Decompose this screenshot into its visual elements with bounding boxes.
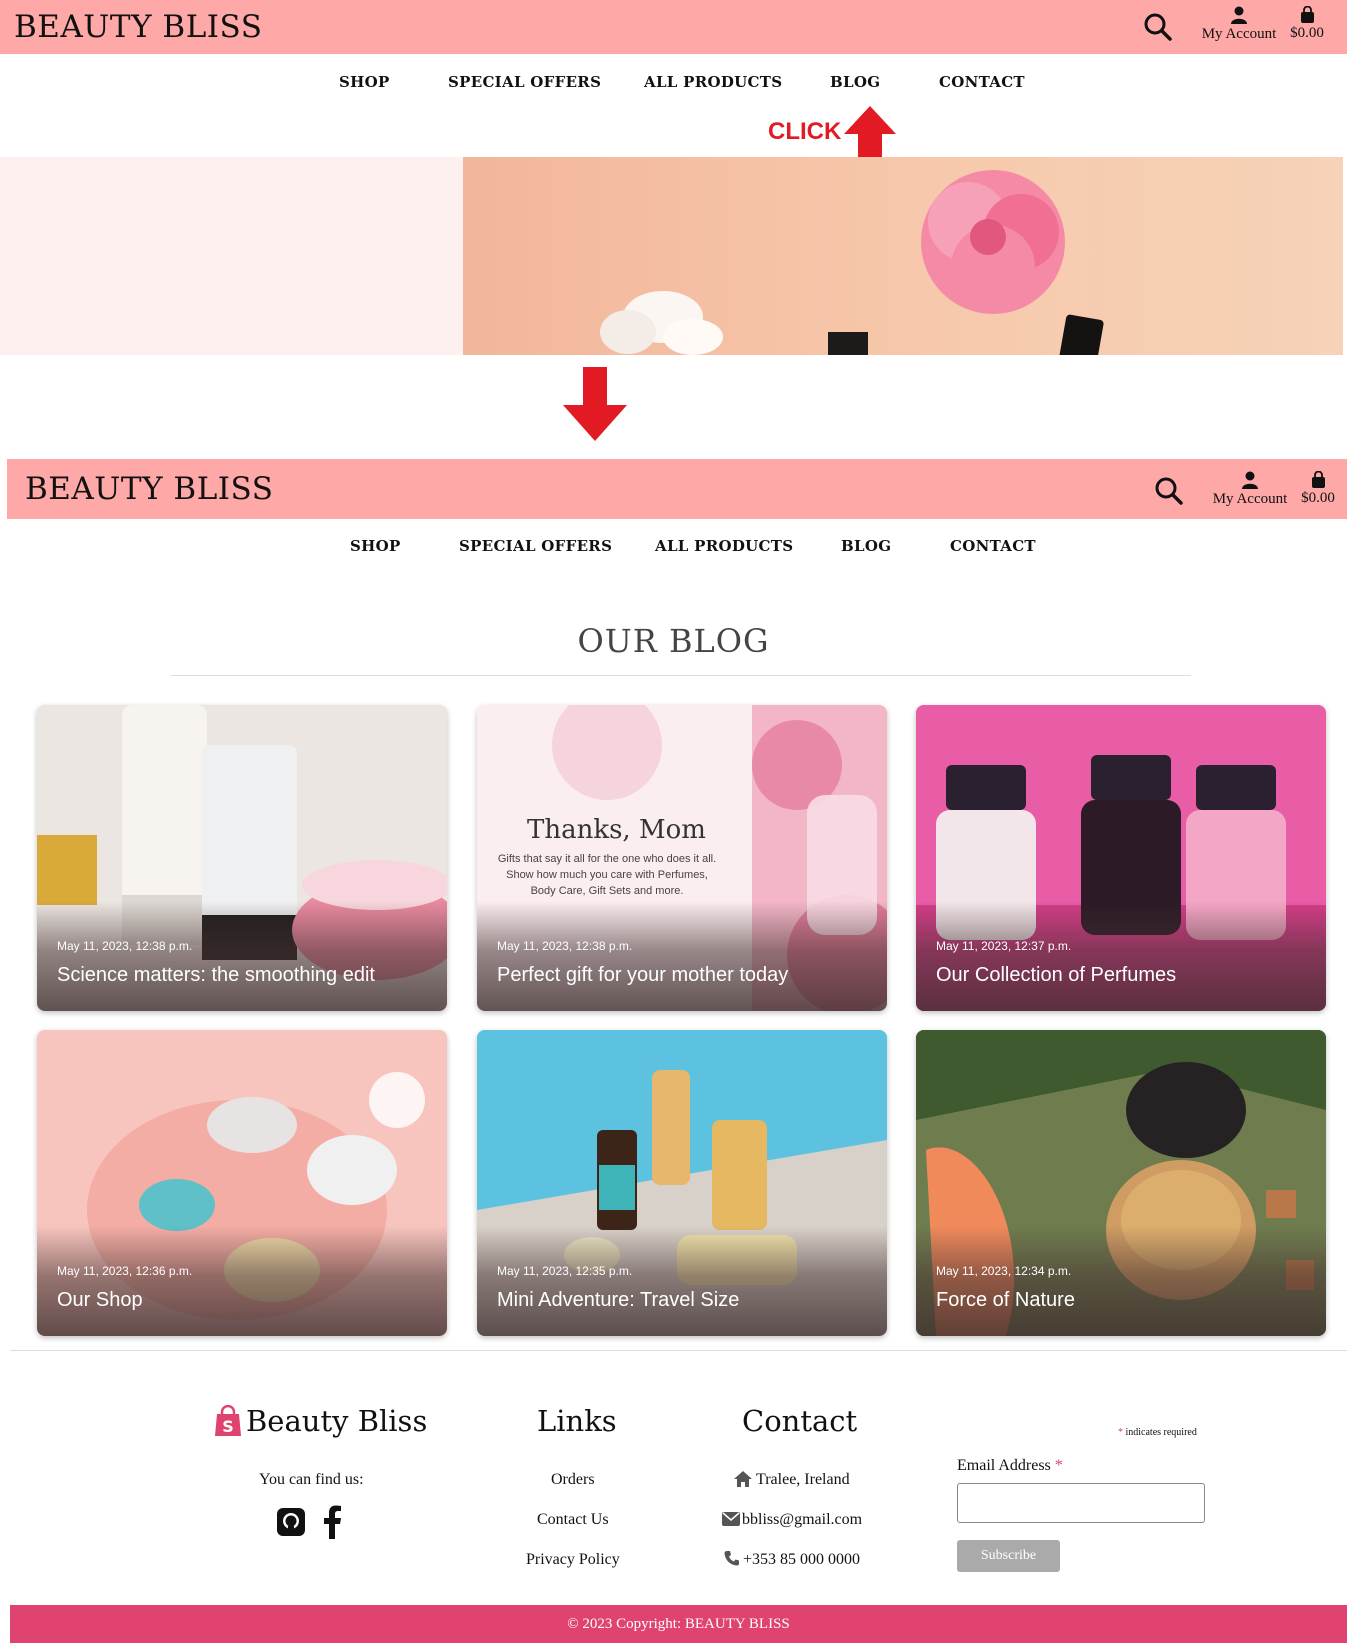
facebook-icon[interactable]	[322, 1505, 342, 1539]
flower-art	[600, 170, 1104, 355]
brand-logo[interactable]: BEAUTY BLISS	[14, 9, 262, 45]
blog-card[interactable]: May 11, 2023, 12:34 p.m. Force of Nature	[916, 1030, 1326, 1336]
phone-icon	[724, 1551, 739, 1566]
required-star: *	[1054, 1457, 1063, 1474]
post-date: May 11, 2023, 12:34 p.m.	[936, 1264, 1072, 1278]
blog-heading: OUR BLOG	[577, 622, 770, 660]
nav-special-offers[interactable]: SPECIAL OFFERS	[448, 73, 601, 91]
down-arrow-icon	[563, 367, 627, 441]
my-account-link[interactable]: My Account	[1207, 471, 1293, 508]
header-bar-top: BEAUTY BLISS My Account $0.00	[0, 0, 1347, 54]
post-title[interactable]: Science matters: the smoothing edit	[57, 964, 375, 987]
post-title[interactable]: Force of Nature	[936, 1289, 1075, 1312]
email-label-text: Email Address	[957, 1457, 1051, 1474]
contact-location: Tralee, Ireland	[756, 1471, 850, 1488]
contact-email[interactable]: bbliss@gmail.com	[742, 1511, 862, 1529]
envelope-icon	[722, 1512, 740, 1526]
home-icon	[734, 1471, 752, 1487]
cart-total: $0.00	[1290, 25, 1324, 41]
email-label: Email Address *	[957, 1457, 1063, 1475]
links-heading: Links	[537, 1404, 617, 1438]
click-annotation: CLICK	[768, 118, 842, 145]
blog-card[interactable]: Thanks, Mom Gifts that say it all for th…	[477, 705, 887, 1011]
find-us-text: You can find us:	[259, 1471, 364, 1488]
nav-special-offers[interactable]: SPECIAL OFFERS	[459, 537, 612, 555]
nav-blog[interactable]: BLOG	[841, 537, 891, 555]
card-overlay	[477, 901, 887, 1011]
cart-total: $0.00	[1301, 490, 1335, 506]
main-nav-top: SHOP SPECIAL OFFERS ALL PRODUCTS BLOG CO…	[0, 73, 1347, 93]
card-overlay	[916, 1226, 1326, 1336]
blog-card[interactable]: May 11, 2023, 12:35 p.m. Mini Adventure:…	[477, 1030, 887, 1336]
blog-card[interactable]: May 11, 2023, 12:37 p.m. Our Collection …	[916, 705, 1326, 1011]
footer-divider	[10, 1350, 1347, 1351]
post-date: May 11, 2023, 12:36 p.m.	[57, 1264, 193, 1278]
blog-card[interactable]: May 11, 2023, 12:36 p.m. Our Shop	[37, 1030, 447, 1336]
user-icon	[1242, 471, 1258, 489]
post-title[interactable]: Our Shop	[57, 1289, 143, 1312]
hero-banner-image	[463, 157, 1343, 355]
shopping-bag-icon	[1300, 6, 1314, 23]
nav-blog[interactable]: BLOG	[830, 73, 880, 91]
header-bar: BEAUTY BLISS My Account $0.00	[7, 459, 1347, 519]
post-date: May 11, 2023, 12:38 p.m.	[57, 939, 193, 953]
card-overlay	[477, 1226, 887, 1336]
card-overlay	[916, 901, 1326, 1011]
copyright-bar: © 2023 Copyright: BEAUTY BLISS	[10, 1605, 1347, 1643]
post-date: May 11, 2023, 12:35 p.m.	[497, 1264, 633, 1278]
shopping-bag-icon	[1311, 471, 1325, 488]
required-star: *	[1118, 1427, 1123, 1438]
footer-brand: Beauty Bliss	[246, 1404, 428, 1438]
card-image-text: Gifts that say it all for the one who do…	[497, 853, 717, 865]
footer-link-orders[interactable]: Orders	[551, 1471, 595, 1489]
search-icon[interactable]	[1143, 12, 1173, 42]
post-title[interactable]: Mini Adventure: Travel Size	[497, 1289, 739, 1312]
nav-contact[interactable]: CONTACT	[950, 537, 1036, 555]
github-icon[interactable]	[276, 1507, 306, 1537]
footer-link-privacy-policy[interactable]: Privacy Policy	[526, 1551, 620, 1569]
card-image-text: Show how much you care with Perfumes,	[506, 869, 708, 881]
subscribe-button[interactable]: Subscribe	[957, 1540, 1060, 1572]
brand-logo[interactable]: BEAUTY BLISS	[25, 471, 273, 507]
cart-link[interactable]: $0.00	[1298, 471, 1338, 507]
nav-all-products[interactable]: ALL PRODUCTS	[644, 73, 782, 91]
main-nav: SHOP SPECIAL OFFERS ALL PRODUCTS BLOG CO…	[0, 537, 1347, 557]
search-icon[interactable]	[1154, 476, 1184, 506]
my-account-link[interactable]: My Account	[1196, 6, 1282, 43]
post-date: May 11, 2023, 12:37 p.m.	[936, 939, 1072, 953]
my-account-label: My Account	[1201, 26, 1277, 42]
post-title[interactable]: Our Collection of Perfumes	[936, 964, 1176, 987]
email-input[interactable]	[957, 1483, 1205, 1523]
card-image-text: Body Care, Gift Sets and more.	[530, 885, 684, 897]
required-note: * indicates required	[1118, 1427, 1197, 1438]
contact-heading: Contact	[742, 1404, 858, 1438]
my-account-label: My Account	[1212, 491, 1288, 507]
contact-phone: +353 85 000 0000	[743, 1551, 861, 1568]
required-note-text: indicates required	[1125, 1427, 1197, 1438]
card-image-heading: Thanks, Mom	[527, 815, 706, 845]
footer-link-contact-us[interactable]: Contact Us	[537, 1511, 609, 1529]
post-date: May 11, 2023, 12:38 p.m.	[497, 939, 633, 953]
post-title[interactable]: Perfect gift for your mother today	[497, 964, 788, 987]
cart-link[interactable]: $0.00	[1287, 6, 1327, 42]
nav-all-products[interactable]: ALL PRODUCTS	[655, 537, 793, 555]
nav-contact[interactable]: CONTACT	[939, 73, 1025, 91]
nav-shop[interactable]: SHOP	[339, 73, 390, 91]
blog-card[interactable]: May 11, 2023, 12:38 p.m. Science matters…	[37, 705, 447, 1011]
nav-shop[interactable]: SHOP	[350, 537, 401, 555]
divider	[171, 675, 1191, 676]
user-icon	[1231, 6, 1247, 24]
card-overlay	[37, 901, 447, 1011]
hero-banner-left	[0, 157, 463, 355]
card-overlay	[37, 1226, 447, 1336]
shopify-bag-icon: S	[215, 1405, 241, 1436]
svg-text:S: S	[222, 1417, 234, 1436]
